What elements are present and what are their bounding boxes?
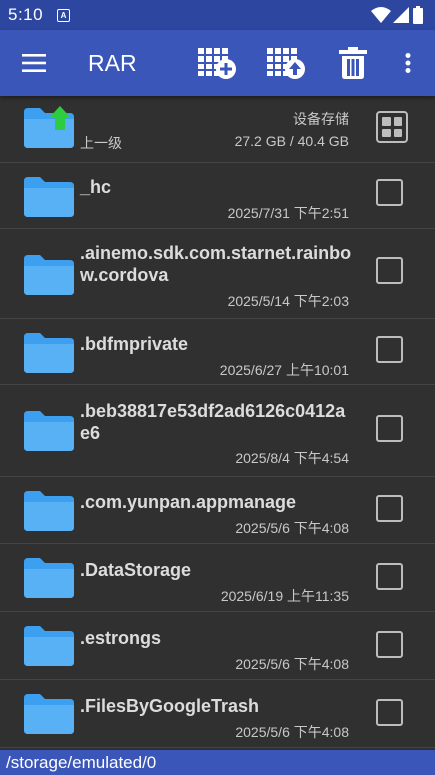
status-bar: 5:10 A <box>0 0 435 30</box>
list-item[interactable]: .ainemo.sdk.com.starnet.rainbow.cordova … <box>0 229 435 319</box>
file-date: 2025/7/31 下午2:51 <box>227 205 349 221</box>
list-item[interactable]: .FilesByGoogleTrash 2025/5/6 下午4:08 <box>0 680 435 748</box>
app-title: RAR <box>88 50 137 76</box>
grid-view-icon[interactable] <box>376 111 408 143</box>
app-bar: RAR <box>0 30 435 96</box>
file-date: 2025/8/4 下午4:54 <box>235 450 349 466</box>
file-date: 2025/6/27 上午10:01 <box>219 362 349 378</box>
file-name: .estrongs <box>80 628 162 648</box>
file-name: .ainemo.sdk.com.starnet.rainbow.cordova <box>80 243 352 285</box>
list-item[interactable]: .estrongs 2025/5/6 下午4:08 <box>0 612 435 680</box>
folder-icon <box>24 491 74 531</box>
current-path: /storage/emulated/0 <box>6 752 157 772</box>
folder-icon <box>24 694 74 734</box>
select-checkbox[interactable] <box>376 563 403 590</box>
list-item[interactable]: .beb38817e53df2ad6126c0412ae6 2025/8/4 下… <box>0 385 435 477</box>
parent-directory-label: 上一级 <box>80 135 122 151</box>
wifi-icon <box>371 7 391 23</box>
notification-badge-icon: A <box>57 9 70 22</box>
file-name: .DataStorage <box>80 560 192 580</box>
file-name: .FilesByGoogleTrash <box>80 696 260 716</box>
folder-icon <box>24 411 74 451</box>
select-checkbox[interactable] <box>376 631 403 658</box>
storage-size: 27.2 GB / 40.4 GB <box>234 133 349 149</box>
list-item[interactable]: .DataStorage 2025/6/19 上午11:35 <box>0 544 435 612</box>
select-checkbox[interactable] <box>376 257 403 284</box>
list-item[interactable]: .bdfmprivate 2025/6/27 上午10:01 <box>0 319 435 385</box>
archive-add-icon[interactable] <box>196 46 238 80</box>
file-date: 2025/5/6 下午4:08 <box>235 724 349 740</box>
folder-icon <box>24 333 74 373</box>
file-list: 上一级 设备存储 27.2 GB / 40.4 GB _hc 2025/7/31… <box>0 96 435 750</box>
list-item[interactable]: _hc 2025/7/31 下午2:51 <box>0 163 435 229</box>
more-vertical-icon[interactable] <box>405 53 411 73</box>
select-checkbox[interactable] <box>376 336 403 363</box>
current-path-bar: /storage/emulated/0 <box>0 750 435 775</box>
file-name: .com.yunpan.appmanage <box>80 492 297 512</box>
file-date: 2025/5/14 下午2:03 <box>227 293 349 309</box>
folder-up-icon <box>24 106 74 148</box>
select-checkbox[interactable] <box>376 415 403 442</box>
select-checkbox[interactable] <box>376 699 403 726</box>
file-date: 2025/5/6 下午4:08 <box>235 656 349 672</box>
list-item[interactable]: .com.yunpan.appmanage 2025/5/6 下午4:08 <box>0 477 435 544</box>
folder-icon <box>24 255 74 295</box>
file-date: 2025/5/6 下午4:08 <box>235 520 349 536</box>
file-date: 2025/6/19 上午11:35 <box>220 588 349 604</box>
status-time: 5:10 <box>8 5 44 24</box>
battery-icon <box>413 6 423 24</box>
folder-icon <box>24 558 74 598</box>
file-name: .bdfmprivate <box>80 334 189 354</box>
file-name: .beb38817e53df2ad6126c0412ae6 <box>80 401 346 443</box>
parent-directory-row[interactable]: 上一级 设备存储 27.2 GB / 40.4 GB <box>0 96 435 163</box>
select-checkbox[interactable] <box>376 179 403 206</box>
signal-icon <box>393 7 409 23</box>
hamburger-menu-icon[interactable] <box>22 54 46 72</box>
file-name: _hc <box>80 177 112 197</box>
archive-extract-icon[interactable] <box>265 46 307 80</box>
folder-icon <box>24 626 74 666</box>
storage-label: 设备存储 <box>293 111 349 127</box>
select-checkbox[interactable] <box>376 495 403 522</box>
trash-icon[interactable] <box>339 47 367 79</box>
folder-icon <box>24 177 74 217</box>
